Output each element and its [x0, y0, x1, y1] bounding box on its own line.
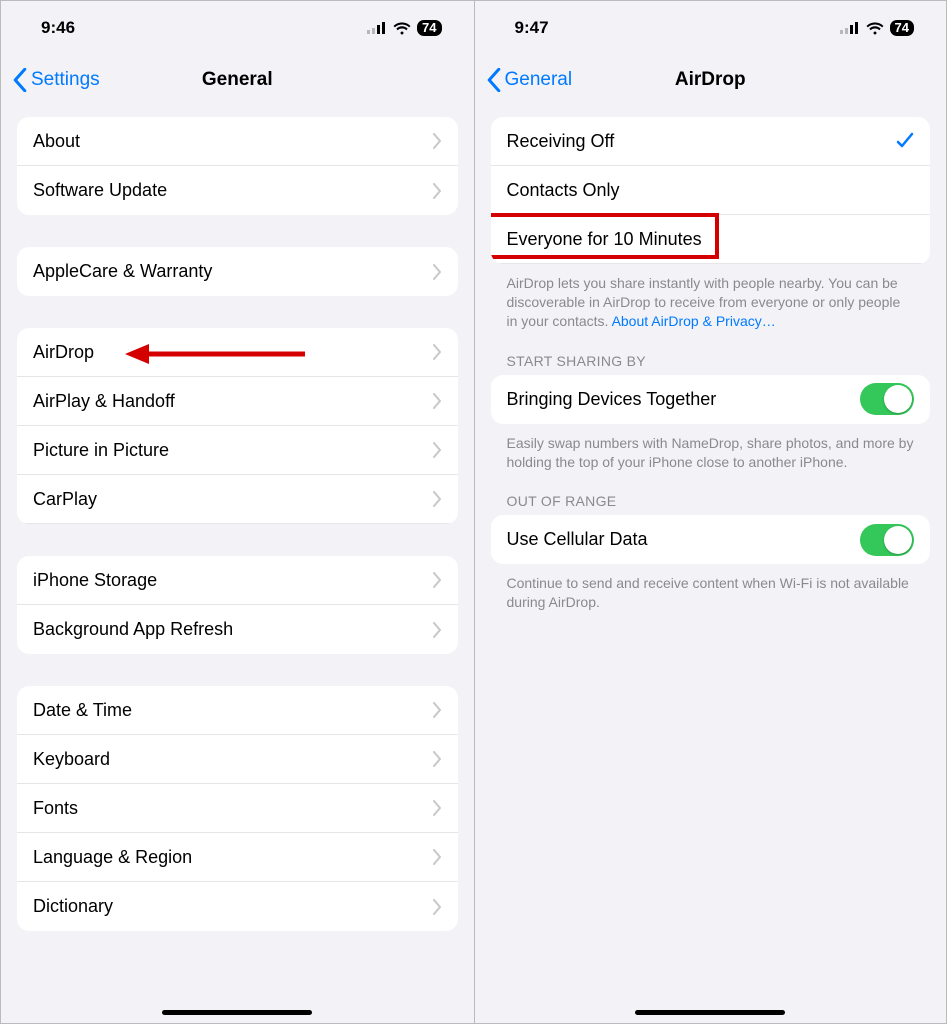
chevron-right-icon — [432, 264, 442, 280]
wifi-icon — [866, 22, 884, 35]
row-airplay-handoff[interactable]: AirPlay & Handoff — [17, 377, 458, 426]
row-iphone-storage[interactable]: iPhone Storage — [17, 556, 458, 605]
out-of-range-footer: Continue to send and receive content whe… — [491, 574, 931, 634]
group-airdrop-section: AirDrop AirPlay & Handoff Picture in Pic… — [17, 328, 458, 524]
row-label: iPhone Storage — [33, 570, 157, 591]
status-time: 9:46 — [41, 18, 75, 38]
receiving-footer: AirDrop lets you share instantly with pe… — [491, 274, 931, 353]
row-software-update[interactable]: Software Update — [17, 166, 458, 215]
group-applecare: AppleCare & Warranty — [17, 247, 458, 296]
chevron-right-icon — [432, 344, 442, 360]
row-label: Use Cellular Data — [507, 529, 648, 550]
content: About Software Update AppleCare & Warran… — [1, 105, 474, 931]
row-about[interactable]: About — [17, 117, 458, 166]
cellular-icon — [840, 22, 860, 34]
row-date-time[interactable]: Date & Time — [17, 686, 458, 735]
row-label: AppleCare & Warranty — [33, 261, 212, 282]
row-use-cellular-data[interactable]: Use Cellular Data — [491, 515, 931, 564]
group-receiving: Receiving Off Contacts Only Everyone for… — [491, 117, 931, 264]
back-button[interactable]: Settings — [11, 68, 100, 92]
group-about: About Software Update — [17, 117, 458, 215]
row-background-app-refresh[interactable]: Background App Refresh — [17, 605, 458, 654]
row-label: Fonts — [33, 798, 78, 819]
cellular-icon — [367, 22, 387, 34]
status-bar: 9:47 74 — [475, 1, 947, 55]
row-applecare[interactable]: AppleCare & Warranty — [17, 247, 458, 296]
chevron-right-icon — [432, 572, 442, 588]
start-sharing-footer: Easily swap numbers with NameDrop, share… — [491, 434, 931, 494]
group-locale: Date & Time Keyboard Fonts Language & Re… — [17, 686, 458, 931]
home-indicator[interactable] — [635, 1010, 785, 1015]
row-label: Receiving Off — [507, 131, 615, 152]
section-start-sharing: START SHARING BY — [491, 353, 931, 375]
row-language-region[interactable]: Language & Region — [17, 833, 458, 882]
status-icons: 74 — [840, 20, 914, 36]
pane-general: 9:46 74 Settings General About Software … — [1, 1, 474, 1023]
status-bar: 9:46 74 — [1, 1, 474, 55]
back-label: General — [505, 69, 573, 91]
battery-icon: 74 — [417, 20, 441, 36]
row-label: AirPlay & Handoff — [33, 391, 175, 412]
chevron-left-icon — [485, 68, 503, 92]
chevron-right-icon — [432, 133, 442, 149]
page-title: AirDrop — [675, 69, 746, 91]
row-label: Language & Region — [33, 847, 192, 868]
chevron-right-icon — [432, 442, 442, 458]
row-dictionary[interactable]: Dictionary — [17, 882, 458, 931]
chevron-right-icon — [432, 899, 442, 915]
toggle-cellular-data[interactable] — [860, 524, 914, 556]
back-button[interactable]: General — [485, 68, 573, 92]
section-out-of-range: OUT OF RANGE — [491, 493, 931, 515]
row-contacts-only[interactable]: Contacts Only — [491, 166, 931, 215]
row-airdrop[interactable]: AirDrop — [17, 328, 458, 377]
group-storage: iPhone Storage Background App Refresh — [17, 556, 458, 654]
row-label: Date & Time — [33, 700, 132, 721]
row-label: Background App Refresh — [33, 619, 233, 640]
toggle-knob — [884, 385, 912, 413]
row-label: Keyboard — [33, 749, 110, 770]
row-bringing-devices-together[interactable]: Bringing Devices Together — [491, 375, 931, 424]
row-keyboard[interactable]: Keyboard — [17, 735, 458, 784]
back-label: Settings — [31, 69, 100, 91]
chevron-right-icon — [432, 702, 442, 718]
row-fonts[interactable]: Fonts — [17, 784, 458, 833]
pane-airdrop: 9:47 74 General AirDrop Receiving Off Co… — [474, 1, 947, 1023]
row-picture-in-picture[interactable]: Picture in Picture — [17, 426, 458, 475]
row-label: Everyone for 10 Minutes — [507, 229, 702, 250]
wifi-icon — [393, 22, 411, 35]
chevron-right-icon — [432, 800, 442, 816]
chevron-left-icon — [11, 68, 29, 92]
chevron-right-icon — [432, 393, 442, 409]
row-label: Picture in Picture — [33, 440, 169, 461]
row-label: AirDrop — [33, 342, 94, 363]
nav-bar: General AirDrop — [475, 55, 947, 105]
row-carplay[interactable]: CarPlay — [17, 475, 458, 524]
toggle-knob — [884, 526, 912, 554]
check-icon — [896, 132, 914, 150]
chevron-right-icon — [432, 491, 442, 507]
home-indicator[interactable] — [162, 1010, 312, 1015]
toggle-bringing-devices[interactable] — [860, 383, 914, 415]
status-time: 9:47 — [515, 18, 549, 38]
status-icons: 74 — [367, 20, 441, 36]
group-out-of-range: Use Cellular Data — [491, 515, 931, 564]
row-label: Bringing Devices Together — [507, 389, 717, 410]
about-airdrop-privacy-link[interactable]: About AirDrop & Privacy… — [612, 313, 776, 329]
nav-bar: Settings General — [1, 55, 474, 105]
page-title: General — [202, 69, 273, 91]
battery-icon: 74 — [890, 20, 914, 36]
row-label: About — [33, 131, 80, 152]
content: Receiving Off Contacts Only Everyone for… — [475, 105, 947, 634]
chevron-right-icon — [432, 622, 442, 638]
group-start-sharing: Bringing Devices Together — [491, 375, 931, 424]
row-label: Contacts Only — [507, 180, 620, 201]
chevron-right-icon — [432, 849, 442, 865]
row-receiving-off[interactable]: Receiving Off — [491, 117, 931, 166]
row-label: CarPlay — [33, 489, 97, 510]
chevron-right-icon — [432, 751, 442, 767]
row-label: Dictionary — [33, 896, 113, 917]
row-label: Software Update — [33, 180, 167, 201]
chevron-right-icon — [432, 183, 442, 199]
row-everyone-10-min[interactable]: Everyone for 10 Minutes — [491, 215, 931, 264]
